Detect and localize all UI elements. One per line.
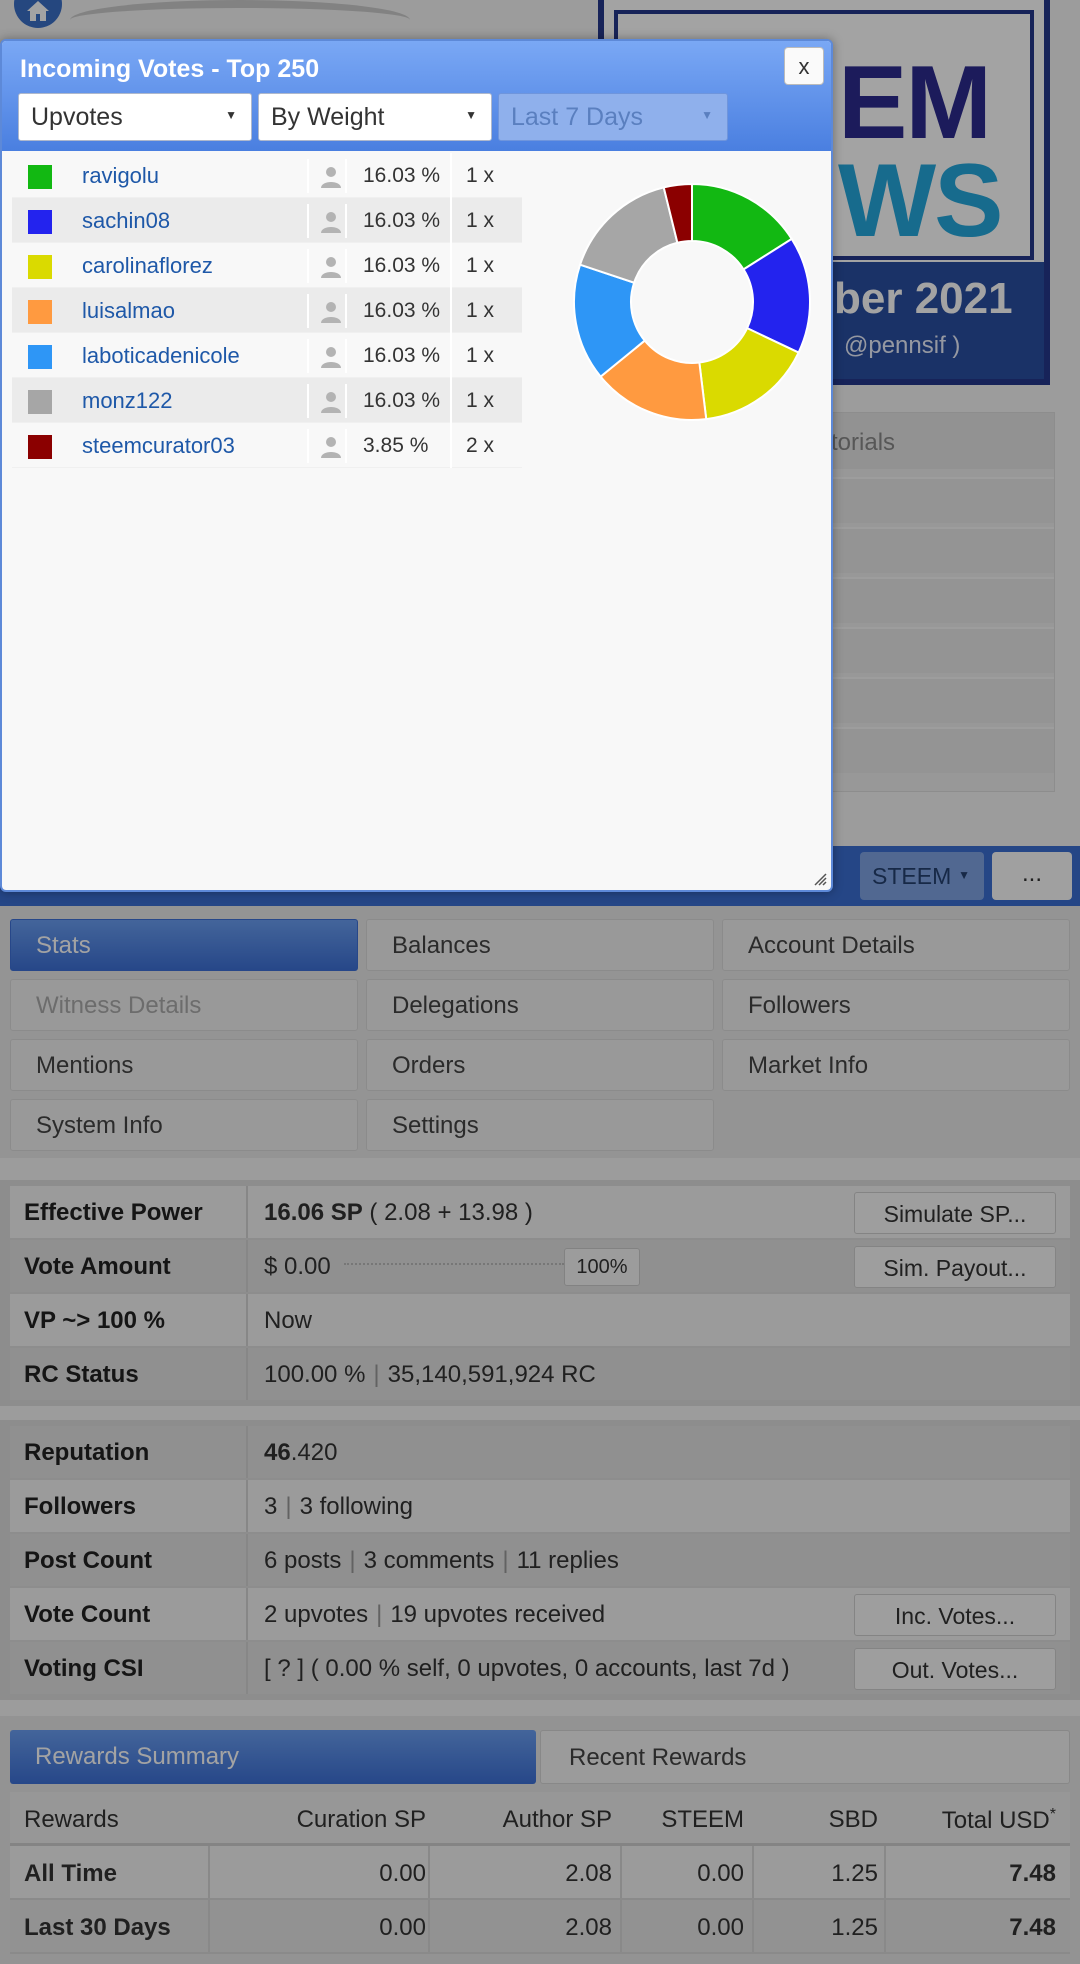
vote-weight-percent: 16.03 % xyxy=(349,198,452,243)
voter-name-link[interactable]: monz122 xyxy=(82,388,173,414)
chevron-down-icon: ▼ xyxy=(701,108,713,122)
vote-count: 1 x xyxy=(465,209,494,232)
voter-name-link[interactable]: sachin08 xyxy=(82,208,170,234)
voter-name-link[interactable]: luisalmao xyxy=(82,298,175,324)
voter-name-link[interactable]: laboticadenicole xyxy=(82,343,240,369)
vote-count: 1 x xyxy=(465,389,494,412)
voter-row: steemcurator03 3.85 % 2 x xyxy=(12,423,522,468)
voter-row: carolinaflorez 16.03 % 1 x xyxy=(12,243,522,288)
vote-count: 1 x xyxy=(465,164,494,187)
vote-weight-percent: 16.03 % xyxy=(349,378,452,423)
user-profile-icon[interactable] xyxy=(307,429,347,463)
voter-name-link[interactable]: steemcurator03 xyxy=(82,433,235,459)
dialog-title: Incoming Votes - Top 250 xyxy=(20,55,320,83)
voter-row: ravigolu 16.03 % 1 x xyxy=(12,153,522,198)
incoming-votes-dialog: Incoming Votes - Top 250 x Upvotes ▼ By … xyxy=(0,39,833,892)
legend-swatch xyxy=(28,255,52,279)
votes-donut-chart xyxy=(573,182,811,421)
vote-weight-percent: 3.85 % xyxy=(349,423,452,468)
vote-type-value: Upvotes xyxy=(31,103,123,131)
vote-weight-percent: 16.03 % xyxy=(349,333,452,378)
vote-count: 1 x xyxy=(465,344,494,367)
chevron-down-icon: ▼ xyxy=(225,108,237,122)
resize-handle-icon[interactable] xyxy=(813,872,827,886)
period-select: Last 7 Days ▼ xyxy=(498,93,728,141)
legend-swatch xyxy=(28,435,52,459)
sort-value: By Weight xyxy=(271,103,385,131)
voter-name-link[interactable]: carolinaflorez xyxy=(82,253,213,279)
voter-row: luisalmao 16.03 % 1 x xyxy=(12,288,522,333)
user-profile-icon[interactable] xyxy=(307,204,347,238)
voter-name-link[interactable]: ravigolu xyxy=(82,163,159,189)
close-button[interactable]: x xyxy=(784,47,824,85)
voter-row: sachin08 16.03 % 1 x xyxy=(12,198,522,243)
user-profile-icon[interactable] xyxy=(307,159,347,193)
user-profile-icon[interactable] xyxy=(307,249,347,283)
sort-select[interactable]: By Weight ▼ xyxy=(258,93,492,141)
donut-slice-monz122[interactable] xyxy=(578,186,679,284)
legend-swatch xyxy=(28,210,52,234)
voters-list: ravigolu 16.03 % 1 x sachin08 16.03 % 1 x caro… xyxy=(12,153,522,468)
voter-row: laboticadenicole 16.03 % 1 x xyxy=(12,333,522,378)
legend-swatch xyxy=(28,300,52,324)
dialog-header: Incoming Votes - Top 250 x Upvotes ▼ By … xyxy=(2,41,831,151)
vote-weight-percent: 16.03 % xyxy=(349,288,452,333)
user-profile-icon[interactable] xyxy=(307,339,347,373)
chevron-down-icon: ▼ xyxy=(465,108,477,122)
vote-weight-percent: 16.03 % xyxy=(349,153,452,198)
vote-type-select[interactable]: Upvotes ▼ xyxy=(18,93,252,141)
user-profile-icon[interactable] xyxy=(307,384,347,418)
user-profile-icon[interactable] xyxy=(307,294,347,328)
vote-count: 1 x xyxy=(465,299,494,322)
period-value: Last 7 Days xyxy=(511,103,644,131)
legend-swatch xyxy=(28,345,52,369)
vote-count: 2 x xyxy=(465,434,494,457)
vote-count: 1 x xyxy=(465,254,494,277)
vote-weight-percent: 16.03 % xyxy=(349,243,452,288)
legend-swatch xyxy=(28,165,52,189)
legend-swatch xyxy=(28,390,52,414)
voter-row: monz122 16.03 % 1 x xyxy=(12,378,522,423)
